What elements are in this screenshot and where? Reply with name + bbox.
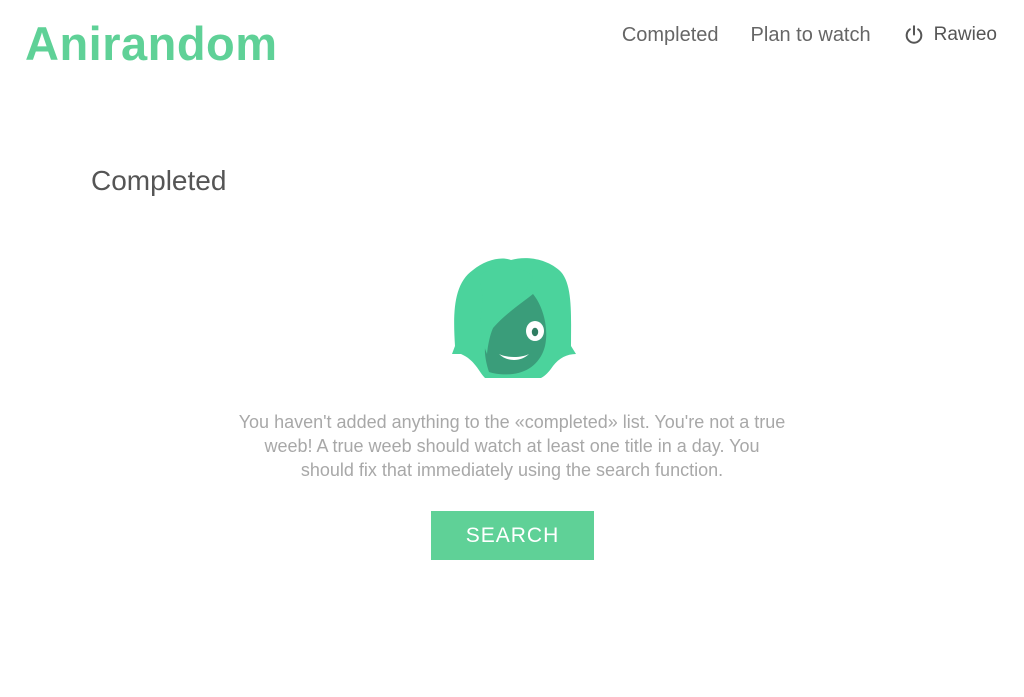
user-logout-button[interactable]: Rawieo <box>903 20 997 50</box>
empty-list-message: You haven't added anything to the «compl… <box>238 412 786 480</box>
nav-link-plan-to-watch[interactable]: Plan to watch <box>751 20 871 50</box>
top-nav: Completed Plan to watch Rawieo <box>590 20 997 50</box>
anime-girl-mascot-icon <box>452 258 576 378</box>
header: Anirandom Completed Plan to watch Rawieo <box>0 0 1024 90</box>
power-icon <box>905 25 922 44</box>
nav-link-completed[interactable]: Completed <box>622 20 719 50</box>
user-name: Rawieo <box>933 24 997 45</box>
search-button[interactable]: SEARCH <box>431 511 594 560</box>
app-logo[interactable]: Anirandom <box>25 14 278 74</box>
page-title: Completed <box>91 165 227 196</box>
